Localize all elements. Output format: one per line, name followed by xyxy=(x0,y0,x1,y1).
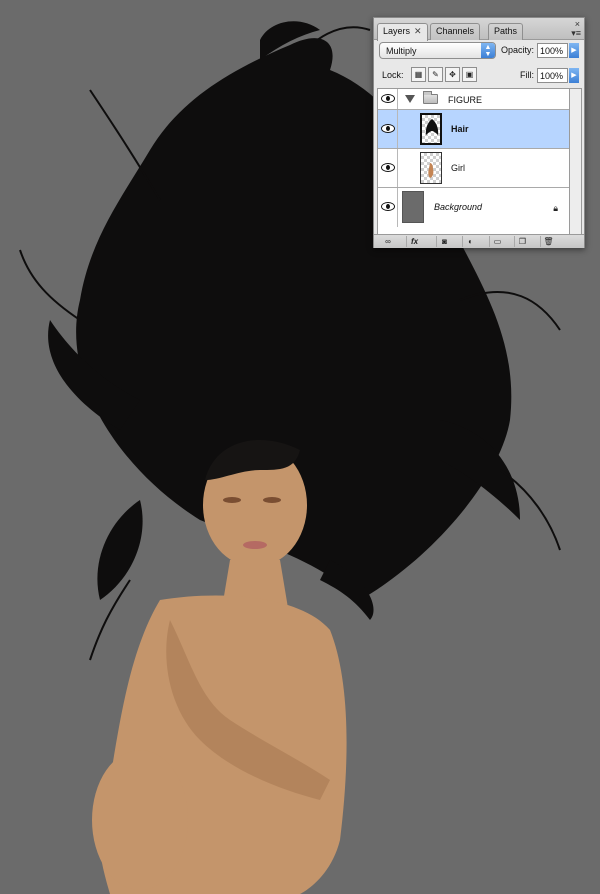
opacity-field[interactable]: 100% xyxy=(537,43,568,58)
eye-icon[interactable] xyxy=(381,163,395,172)
blend-mode-value: Multiply xyxy=(386,46,417,56)
fill-arrow-icon[interactable]: ▶ xyxy=(569,68,579,83)
girl-thumbnail-icon xyxy=(428,163,434,178)
trash-icon[interactable]: 🗑︎ xyxy=(540,236,556,247)
fill-field[interactable]: 100% xyxy=(537,68,568,83)
visibility-cell[interactable] xyxy=(378,149,398,187)
layer-name: Background xyxy=(434,202,483,212)
fill-value: 100% xyxy=(540,71,564,81)
layer-row-hair[interactable]: Hair xyxy=(378,110,569,149)
lock-icon: 🔒︎ xyxy=(553,203,558,213)
tab-channels[interactable]: Channels xyxy=(430,23,481,40)
new-group-icon[interactable]: ▭ xyxy=(489,236,505,247)
layer-list: FIGURE Hair Girl Background 🔒︎ xyxy=(377,88,570,236)
visibility-cell[interactable] xyxy=(378,188,398,227)
visibility-cell[interactable] xyxy=(378,89,398,109)
lock-image-icon[interactable]: ✎ xyxy=(428,67,443,82)
lock-fill-row: Lock: ▦ ✎ ✥ ▣ Fill: 100% ▶ xyxy=(377,67,582,85)
opacity-arrow-icon[interactable]: ▶ xyxy=(569,43,579,58)
layer-list-scrollbar[interactable] xyxy=(570,88,582,236)
layer-name: Hair xyxy=(451,124,469,134)
new-layer-icon[interactable]: ❐ xyxy=(514,236,530,247)
layer-thumbnail xyxy=(420,113,442,145)
palette-tab-bar: Layers ✕ Channels Paths × ▾≡ xyxy=(374,18,584,41)
link-icon[interactable]: ∞ xyxy=(380,236,396,247)
blend-mode-select[interactable]: Multiply ▲ ▼ xyxy=(379,42,496,59)
layer-thumbnail xyxy=(402,191,424,223)
fx-icon[interactable]: fx xyxy=(406,236,422,247)
visibility-cell[interactable] xyxy=(378,110,398,148)
expand-triangle-icon[interactable] xyxy=(405,95,415,103)
fx-label: fx xyxy=(410,237,419,246)
hair-thumbnail-icon xyxy=(425,119,439,135)
eye-icon[interactable] xyxy=(381,202,395,211)
tab-paths-label: Paths xyxy=(494,26,518,36)
layer-thumbnail xyxy=(420,152,442,184)
blend-opacity-row: Multiply ▲ ▼ Opacity: 100% ▶ xyxy=(377,42,582,60)
tab-layers-label: Layers xyxy=(383,26,411,36)
layer-row-figure[interactable]: FIGURE xyxy=(378,89,569,110)
layer-name: FIGURE xyxy=(448,95,483,105)
tab-paths[interactable]: Paths xyxy=(488,23,524,40)
eye-icon[interactable] xyxy=(381,94,395,103)
lock-label: Lock: xyxy=(382,70,404,80)
adjustment-icon[interactable]: ◐ xyxy=(462,236,478,247)
lock-all-icon[interactable]: ▣ xyxy=(462,67,477,82)
palette-menu-icon[interactable]: ▾≡ xyxy=(571,28,581,39)
fill-label: Fill: xyxy=(520,70,534,80)
palette-bottom-bar: ∞ fx ◙ ◐ ▭ ❐ 🗑︎ xyxy=(374,234,584,248)
opacity-value: 100% xyxy=(540,46,564,56)
mask-icon[interactable]: ◙ xyxy=(436,236,452,247)
lock-transparency-icon[interactable]: ▦ xyxy=(411,67,426,82)
layer-name: Girl xyxy=(451,163,465,173)
lock-position-icon[interactable]: ✥ xyxy=(445,67,460,82)
tab-close-icon[interactable]: ✕ xyxy=(414,26,422,36)
tab-channels-label: Channels xyxy=(436,26,475,36)
layer-row-girl[interactable]: Girl xyxy=(378,149,569,188)
opacity-label: Opacity: xyxy=(501,45,535,55)
layer-row-background[interactable]: Background 🔒︎ xyxy=(378,188,569,227)
tab-layers[interactable]: Layers ✕ xyxy=(377,23,428,41)
layers-palette: Layers ✕ Channels Paths × ▾≡ Multiply ▲ ▼ … xyxy=(373,17,585,248)
folder-icon xyxy=(423,91,438,104)
eye-icon[interactable] xyxy=(381,124,395,133)
blend-mode-arrow-icon[interactable]: ▲ ▼ xyxy=(481,43,495,58)
